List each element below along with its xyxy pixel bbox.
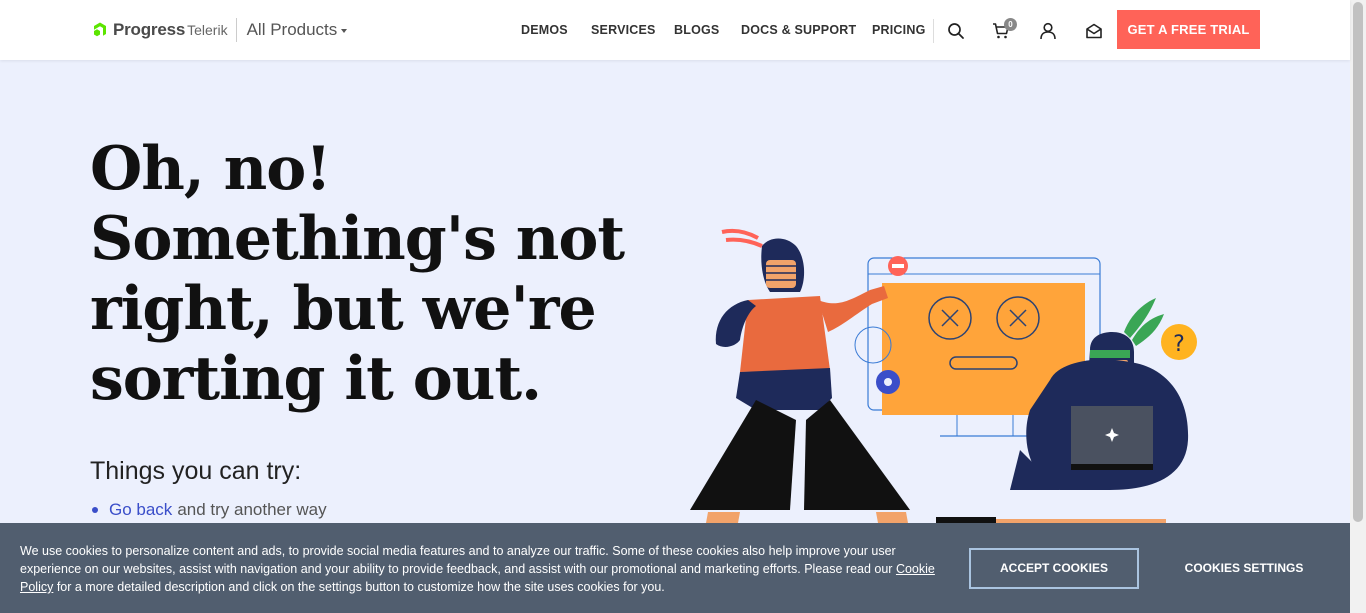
go-back-link[interactable]: Go back xyxy=(109,500,172,520)
all-products-label: All Products xyxy=(246,20,338,39)
ninja-illustration xyxy=(690,228,910,523)
caret-down-icon xyxy=(341,29,348,33)
nav-services[interactable]: SERVICES xyxy=(591,23,656,37)
cart-count-badge: 0 xyxy=(1004,18,1017,31)
site-header: Progress Telerik All Products DEMOS SERV… xyxy=(0,0,1350,60)
suggestion-text: and try another way xyxy=(177,500,327,519)
question-icon: ? xyxy=(1173,332,1185,357)
nav-demos[interactable]: DEMOS xyxy=(521,23,568,37)
nav-docs-support[interactable]: DOCS & SUPPORT xyxy=(741,23,856,37)
mail-icon[interactable] xyxy=(1085,22,1103,40)
all-products-dropdown[interactable]: All Products xyxy=(247,20,348,40)
logo[interactable]: Progress Telerik All Products xyxy=(90,17,348,43)
headline-line: Something's not xyxy=(90,204,625,274)
progress-logo-icon xyxy=(94,22,106,37)
cookie-banner: We use cookies to personalize content an… xyxy=(0,523,1350,613)
logo-progress-text: Progress xyxy=(113,20,186,39)
headline-line: Oh, no! xyxy=(90,134,332,204)
suggestion-item: Go back and try another way xyxy=(92,500,327,520)
headline-line: right, but we're xyxy=(90,274,597,344)
cookie-text-after: for a more detailed description and clic… xyxy=(53,580,665,594)
minus-icon xyxy=(892,264,904,268)
vertical-scrollbar[interactable] xyxy=(1350,0,1366,613)
free-trial-button[interactable]: GET A FREE TRIAL xyxy=(1117,10,1260,49)
headline-line: sorting it out. xyxy=(90,344,542,414)
search-icon[interactable] xyxy=(947,22,965,40)
cookie-text-before: We use cookies to personalize content an… xyxy=(20,544,896,576)
accept-cookies-button[interactable]: ACCEPT COOKIES xyxy=(969,548,1139,589)
logo-divider xyxy=(235,18,237,42)
nav-pricing[interactable]: PRICING xyxy=(872,23,926,37)
scrollbar-thumb[interactable] xyxy=(1353,2,1363,522)
nav-divider xyxy=(933,19,934,43)
logo-telerik-text: Telerik xyxy=(187,22,228,38)
things-title: Things you can try: xyxy=(90,457,302,485)
cookie-text: We use cookies to personalize content an… xyxy=(20,542,935,596)
error-illustration: ? xyxy=(690,228,1197,523)
page-headline: Oh, no! Something's not right, but we're… xyxy=(90,134,650,414)
user-icon[interactable] xyxy=(1039,22,1057,40)
nav-blogs[interactable]: BLOGS xyxy=(674,23,719,37)
bullet xyxy=(92,507,98,513)
cookie-settings-button[interactable]: COOKIES SETTINGS xyxy=(1170,548,1318,589)
